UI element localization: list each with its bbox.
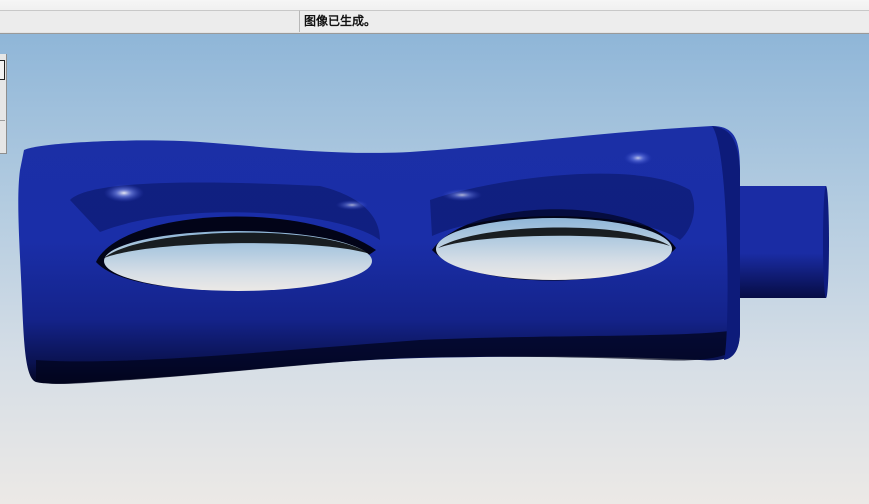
specular-highlight-mid-right [442,189,482,201]
specular-highlight-left [104,184,144,202]
model-end-stub-cap [823,186,829,298]
specular-highlight-right [624,151,652,165]
cad-window: 图像已生成。 [0,0,869,504]
specular-highlight-mid-left [336,200,368,210]
rendered-3d-model[interactable] [0,0,869,504]
model-end-stub [738,186,826,298]
